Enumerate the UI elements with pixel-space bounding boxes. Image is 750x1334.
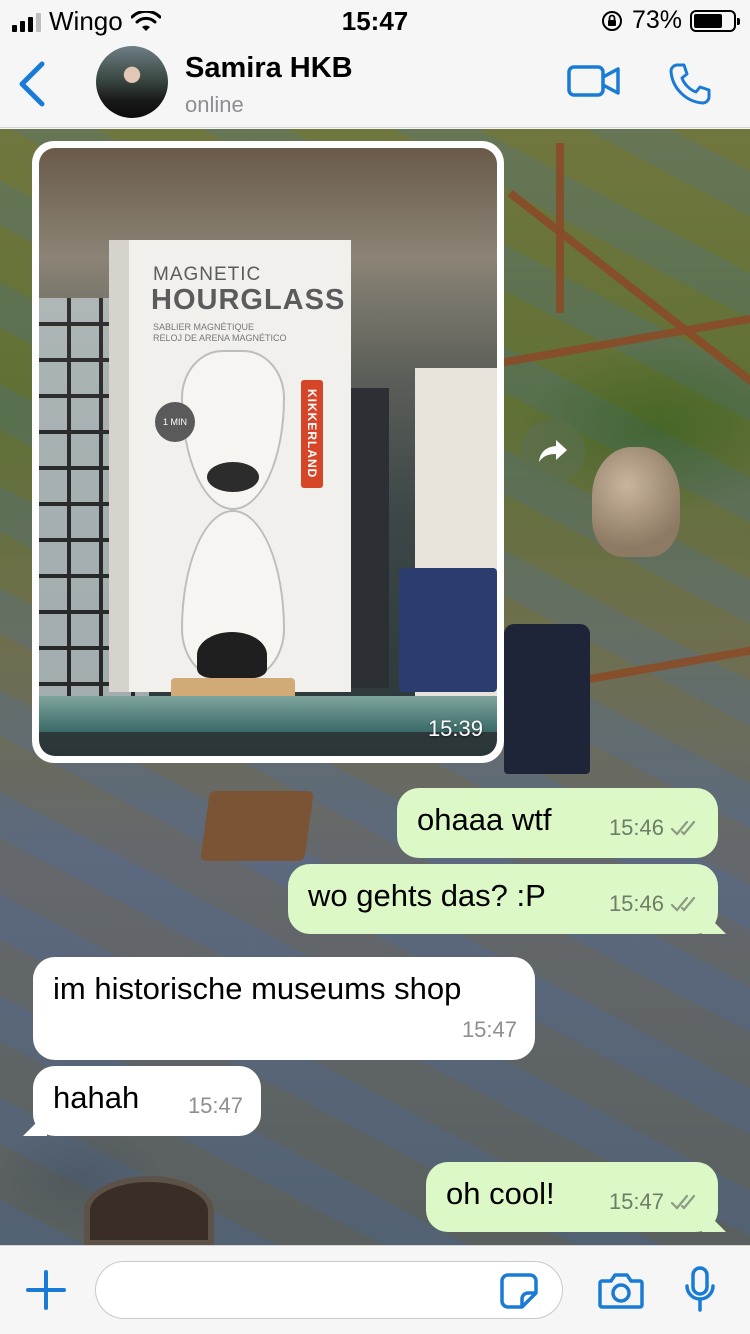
background-planter [84, 1176, 214, 1245]
message-time: 15:46 [608, 891, 664, 916]
background-chair [504, 624, 590, 774]
forward-button[interactable] [521, 419, 585, 483]
message-bubble-outgoing[interactable]: ohaaa wtf 15:46 [397, 788, 718, 858]
message-meta: 15:46 [609, 886, 700, 922]
input-bar [0, 1245, 750, 1334]
battery-level [694, 13, 722, 28]
message-bubble-incoming[interactable]: im historische museums shop 15:47 [33, 957, 535, 1060]
message-text: hahah [53, 1080, 140, 1115]
battery-percent: 73% [631, 6, 682, 34]
orientation-lock-icon [601, 10, 622, 31]
background-pergola [499, 306, 750, 367]
bubble-tail [702, 1208, 726, 1232]
background-pergola [507, 189, 750, 394]
message-bubble-outgoing[interactable]: oh cool! 15:47 [426, 1162, 726, 1232]
duration-badge: 1 MIN [155, 402, 195, 442]
message-time: 15:39 [427, 716, 483, 741]
message-time: 15:47 [187, 1093, 243, 1118]
image-message[interactable]: MAGNETIC HOURGLASS SABLIER MAGNÉTIQUE RE… [32, 141, 504, 763]
chat-header: Samira HKB online [0, 40, 750, 128]
read-receipt-icon [670, 1194, 696, 1210]
message-meta: 15:47 [462, 1012, 517, 1048]
box-subtitle-line1: SABLIER MAGNÉTIQUE [153, 322, 255, 332]
message-text: oh cool! [446, 1176, 555, 1211]
message-time: 15:47 [461, 1017, 517, 1042]
photo-cup [399, 568, 497, 692]
message-time: 15:47 [608, 1189, 664, 1214]
bubble-tail [702, 910, 726, 934]
message-text: ohaaa wtf [417, 802, 552, 837]
message-meta: 15:46 [609, 810, 700, 846]
message-text: wo gehts das? :P [308, 878, 546, 913]
background-chair [200, 791, 314, 861]
message-meta: 15:47 [188, 1088, 243, 1124]
contact-status: online [185, 92, 244, 117]
phone-icon[interactable] [668, 62, 712, 106]
plus-icon[interactable] [26, 1270, 66, 1310]
message-bubble-outgoing[interactable]: wo gehts das? :P 15:46 [288, 864, 726, 934]
forward-icon [539, 440, 567, 462]
message-bubble-incoming[interactable]: hahah 15:47 [23, 1066, 261, 1136]
box-title-line2: HOURGLASS [151, 284, 346, 316]
contact-name[interactable]: Samira HKB [185, 52, 353, 85]
read-receipt-icon [670, 896, 696, 912]
hourglass-sand-bottom [197, 632, 267, 678]
box-subtitle-line2: RELOJ DE ARENA MAGNÉTICO [153, 333, 287, 343]
battery-icon [690, 9, 740, 32]
message-meta: 15:47 [609, 1184, 700, 1220]
bubble-tail [23, 1112, 47, 1136]
background-pot [592, 447, 680, 557]
hourglass-sand-top [207, 462, 259, 492]
hourglass-box: MAGNETIC HOURGLASS SABLIER MAGNÉTIQUE RE… [129, 240, 351, 730]
background-pergola [556, 143, 564, 313]
message-text: im historische museums shop [53, 971, 462, 1006]
microphone-icon[interactable] [684, 1266, 716, 1314]
box-title-line1: MAGNETIC [153, 264, 262, 285]
photo[interactable]: MAGNETIC HOURGLASS SABLIER MAGNÉTIQUE RE… [39, 148, 497, 756]
status-right: 73% [600, 6, 740, 35]
message-time: 15:46 [608, 815, 664, 840]
sticker-icon[interactable] [500, 1273, 538, 1309]
camera-icon[interactable] [598, 1272, 644, 1310]
video-camera-icon[interactable] [567, 64, 621, 98]
chat-background: MAGNETIC HOURGLASS SABLIER MAGNÉTIQUE RE… [0, 129, 750, 1245]
box-subtitle: SABLIER MAGNÉTIQUE RELOJ DE ARENA MAGNÉT… [153, 322, 287, 344]
brand-label: KIKKERLAND [301, 380, 323, 488]
status-bar: Wingo 15:47 73% [0, 0, 750, 40]
chevron-left-icon[interactable] [14, 60, 54, 108]
read-receipt-icon [670, 820, 696, 836]
avatar[interactable] [96, 46, 168, 118]
message-input[interactable] [95, 1261, 563, 1319]
